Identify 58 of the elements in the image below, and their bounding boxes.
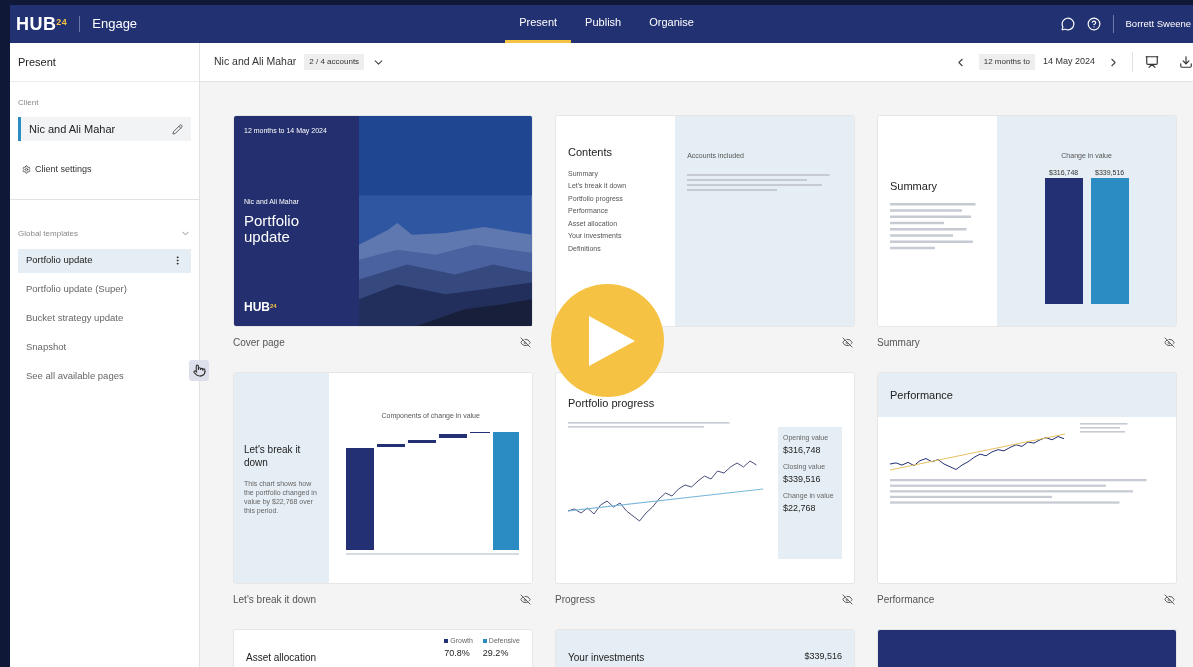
slide-title: Asset allocation bbox=[246, 651, 317, 665]
small-text-drawing bbox=[1080, 423, 1130, 435]
client-settings-button[interactable]: Client settings bbox=[22, 163, 187, 177]
hidden-eye-icon[interactable] bbox=[520, 336, 531, 348]
stat-value: $22,768 bbox=[783, 501, 817, 515]
slide-title: Let's break it down bbox=[244, 443, 302, 469]
waterfall-bar bbox=[407, 439, 436, 443]
page-caption: Cover page bbox=[233, 335, 285, 350]
stat-value: $316,748 bbox=[783, 443, 822, 457]
period-date: 14 May 2024 bbox=[1042, 55, 1095, 69]
waterfall-bar bbox=[438, 433, 467, 438]
nav-tab[interactable]: Publish bbox=[571, 5, 636, 43]
template-item[interactable]: Bucket strategy update bbox=[18, 306, 191, 331]
hidden-eye-icon[interactable] bbox=[1164, 593, 1175, 605]
nav-tab[interactable]: Organise bbox=[635, 5, 708, 43]
download-icon[interactable] bbox=[1179, 55, 1193, 69]
page-caption: Summary bbox=[877, 335, 920, 350]
template-item[interactable]: Portfolio update (Super) bbox=[18, 277, 191, 302]
hidden-eye-icon[interactable] bbox=[1164, 336, 1175, 348]
slide-title: Summary bbox=[890, 179, 939, 194]
slide-title: Performance bbox=[890, 387, 953, 403]
page-thumbnail[interactable]: Your investments $339,516 bbox=[555, 629, 855, 667]
client-selector[interactable]: Nic and Ali Mahar bbox=[18, 117, 191, 141]
hidden-eye-icon[interactable] bbox=[842, 336, 853, 348]
chat-icon[interactable] bbox=[1060, 17, 1075, 31]
slide-title: Your investments bbox=[568, 651, 645, 665]
slide-value: $339,516 bbox=[804, 650, 842, 663]
accounts-badge: 2 / 4 accounts bbox=[304, 54, 365, 70]
template-item[interactable]: Portfolio update bbox=[18, 248, 191, 273]
slide-title: Portfolio update bbox=[244, 213, 301, 245]
section-label: Global templates bbox=[18, 227, 79, 240]
page-thumbnail[interactable]: Performance bbox=[877, 372, 1177, 584]
client-name: Nic and Ali Mahar bbox=[214, 54, 297, 70]
section-label: Client bbox=[17, 97, 40, 109]
legend-value: 29.2% bbox=[482, 646, 510, 660]
page-caption: Let's break it down bbox=[233, 592, 317, 607]
edit-icon[interactable] bbox=[172, 123, 183, 135]
waterfall-bar bbox=[376, 443, 405, 447]
slide-logo: HUB$^{24}$ bbox=[244, 299, 278, 316]
template-item[interactable]: Snapshot bbox=[18, 335, 191, 360]
page-caption: Progress bbox=[555, 592, 595, 607]
slide-title: Contents bbox=[568, 145, 614, 160]
help-icon[interactable] bbox=[1086, 17, 1101, 31]
see-all-link[interactable]: See all available pages bbox=[26, 368, 183, 383]
presentation-icon[interactable] bbox=[1145, 55, 1159, 69]
stat-value: $339,516 bbox=[783, 472, 822, 486]
page-caption: Performance bbox=[877, 592, 935, 607]
period-badge: 12 months to bbox=[978, 54, 1035, 70]
hidden-eye-icon[interactable] bbox=[520, 593, 531, 605]
app-name: Engage bbox=[92, 15, 138, 34]
sidebar-title: Present bbox=[18, 54, 56, 70]
hidden-eye-icon[interactable] bbox=[842, 593, 853, 605]
slide-title: Portfolio progress bbox=[568, 396, 656, 411]
settings-icon bbox=[22, 165, 31, 175]
logo: HUB$^{24}$ bbox=[16, 12, 68, 36]
play-icon bbox=[588, 315, 635, 366]
legend-value: 70.8% bbox=[444, 646, 471, 660]
user-name[interactable]: Borrett Sweene bbox=[1125, 16, 1191, 32]
